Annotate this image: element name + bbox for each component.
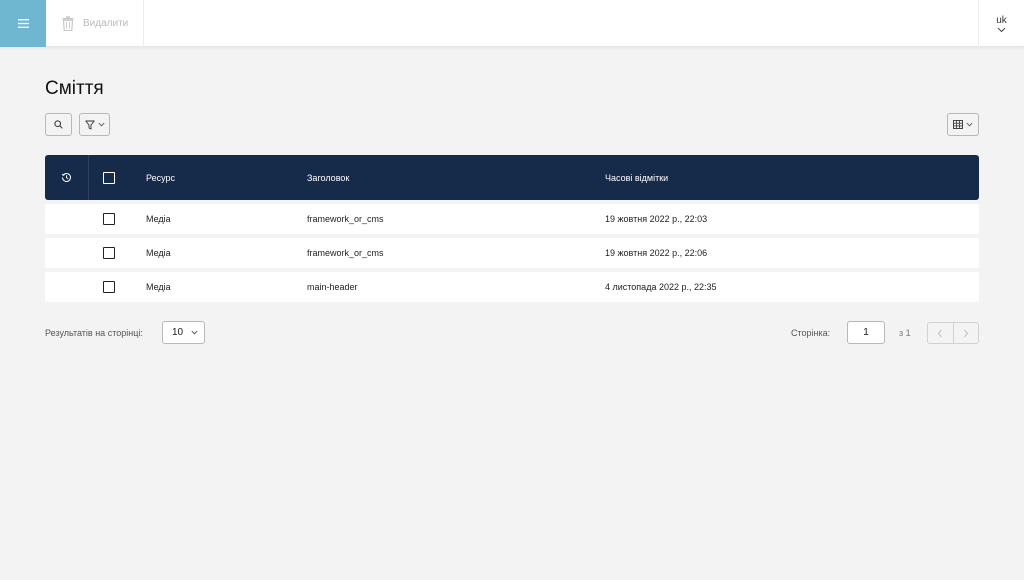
columns-button[interactable]	[947, 113, 979, 136]
table-row[interactable]: Медіа framework_or_cms 19 жовтня 2022 р.…	[45, 204, 979, 234]
columns-icon	[953, 120, 963, 129]
page-total-label: з 1	[899, 328, 911, 338]
history-icon	[61, 173, 71, 182]
row-resource: Медіа	[146, 248, 171, 258]
language-code: uk	[996, 14, 1007, 26]
chevron-down-icon	[997, 27, 1006, 32]
header-divider	[88, 155, 89, 200]
filter-icon	[84, 120, 95, 129]
row-select-cell	[103, 204, 117, 234]
column-header-resource[interactable]: Ресурс	[146, 155, 175, 200]
row-title: main-header	[307, 282, 358, 292]
row-resource: Медіа	[146, 214, 171, 224]
row-checkbox[interactable]	[103, 281, 115, 293]
filter-button[interactable]	[79, 113, 110, 136]
column-header-title[interactable]: Заголовок	[307, 155, 349, 200]
search-button[interactable]	[45, 113, 72, 136]
page-number-input[interactable]: 1	[847, 321, 885, 344]
column-header-timestamps[interactable]: Часові відмітки	[605, 155, 668, 200]
row-timestamp: 4 листопада 2022 р., 22:35	[605, 282, 717, 292]
menu-button[interactable]	[0, 0, 46, 47]
select-all-checkbox[interactable]	[103, 171, 115, 184]
table-header: Ресурс Заголовок Часові відмітки	[45, 155, 979, 200]
pager-buttons	[927, 322, 979, 344]
row-checkbox[interactable]	[103, 213, 115, 225]
row-resource: Медіа	[146, 282, 171, 292]
chevron-left-icon	[938, 329, 943, 337]
delete-button[interactable]: Видалити	[46, 0, 144, 47]
page-label: Сторінка:	[791, 328, 831, 338]
previous-page-button[interactable]	[928, 323, 953, 343]
row-title: framework_or_cms	[307, 248, 384, 258]
language-selector[interactable]: uk	[978, 0, 1024, 47]
top-bar: Видалити uk	[0, 0, 1024, 47]
search-icon	[54, 120, 63, 129]
row-checkbox[interactable]	[103, 247, 115, 259]
select-all-cell	[103, 155, 117, 200]
chevron-down-icon	[966, 122, 973, 127]
row-title: framework_or_cms	[307, 214, 384, 224]
hamburger-menu-icon	[17, 19, 29, 28]
per-page-value: 10	[172, 327, 184, 338]
next-page-button[interactable]	[952, 323, 979, 343]
row-select-cell	[103, 238, 117, 268]
chevron-right-icon	[963, 329, 968, 337]
page-title: Сміття	[45, 78, 104, 99]
per-page-label: Результатів на сторінці:	[45, 328, 143, 338]
trash-icon	[62, 16, 74, 31]
chevron-down-icon	[191, 330, 198, 335]
history-column-header[interactable]	[45, 155, 88, 200]
delete-label: Видалити	[83, 18, 129, 29]
trash-page: Видалити uk Сміття Ресурс Заголовок Часо…	[0, 0, 1024, 580]
row-timestamp: 19 жовтня 2022 р., 22:03	[605, 214, 708, 224]
row-timestamp: 19 жовтня 2022 р., 22:06	[605, 248, 708, 258]
row-select-cell	[103, 272, 117, 302]
chevron-down-icon	[97, 122, 105, 127]
table-row[interactable]: Медіа main-header 4 листопада 2022 р., 2…	[45, 272, 979, 302]
table-row[interactable]: Медіа framework_or_cms 19 жовтня 2022 р.…	[45, 238, 979, 268]
per-page-select[interactable]: 10	[162, 321, 205, 344]
